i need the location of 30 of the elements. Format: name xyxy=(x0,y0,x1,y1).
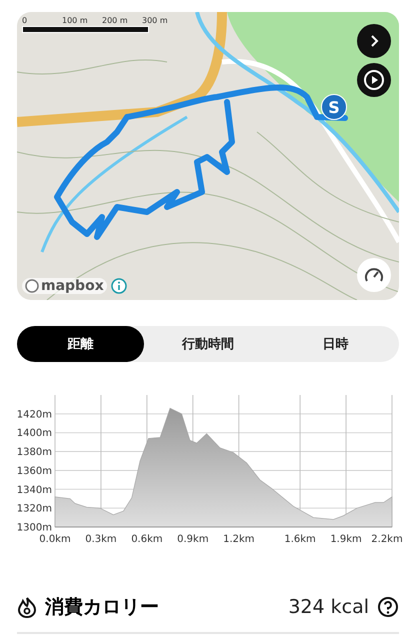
y-tick-label: 1420m xyxy=(17,409,52,420)
play-icon xyxy=(363,69,385,91)
y-tick-label: 1300m xyxy=(17,522,52,534)
help-icon[interactable] xyxy=(377,596,399,618)
mapbox-logo: mapbox xyxy=(22,278,107,294)
x-tick-label: 1.6km xyxy=(284,534,316,545)
info-icon[interactable] xyxy=(110,278,127,294)
x-tick-label: 0.6km xyxy=(131,534,163,545)
scale-label: 300 m xyxy=(142,16,169,25)
x-tick-label: 1.9km xyxy=(330,534,362,545)
x-tick-label: 0.3km xyxy=(85,534,117,545)
x-tick-label: 2.2km xyxy=(371,534,403,545)
tab[interactable]: 日時 xyxy=(272,326,399,362)
y-tick-label: 1380m xyxy=(17,447,52,458)
scale-label: 100 m xyxy=(62,16,89,25)
calories-label: 消費カロリー xyxy=(45,595,160,620)
scale-label: 0 xyxy=(22,16,28,25)
y-tick-label: 1400m xyxy=(17,428,52,440)
flame-icon xyxy=(17,596,37,618)
calories-value: 324 kcal xyxy=(288,596,369,618)
y-tick-label: 1320m xyxy=(17,504,52,515)
y-tick-label: 1360m xyxy=(17,466,52,477)
speedometer-icon xyxy=(364,267,384,283)
y-tick-label: 1340m xyxy=(17,484,52,496)
tab[interactable]: 行動時間 xyxy=(144,326,272,362)
scale-label: 200 m xyxy=(102,16,129,25)
x-tick-label: 0.9km xyxy=(177,534,209,545)
tab[interactable]: 距離 xyxy=(17,326,144,362)
x-tick-label: 0.0km xyxy=(39,534,71,545)
x-tick-label: 1.2km xyxy=(223,534,255,545)
